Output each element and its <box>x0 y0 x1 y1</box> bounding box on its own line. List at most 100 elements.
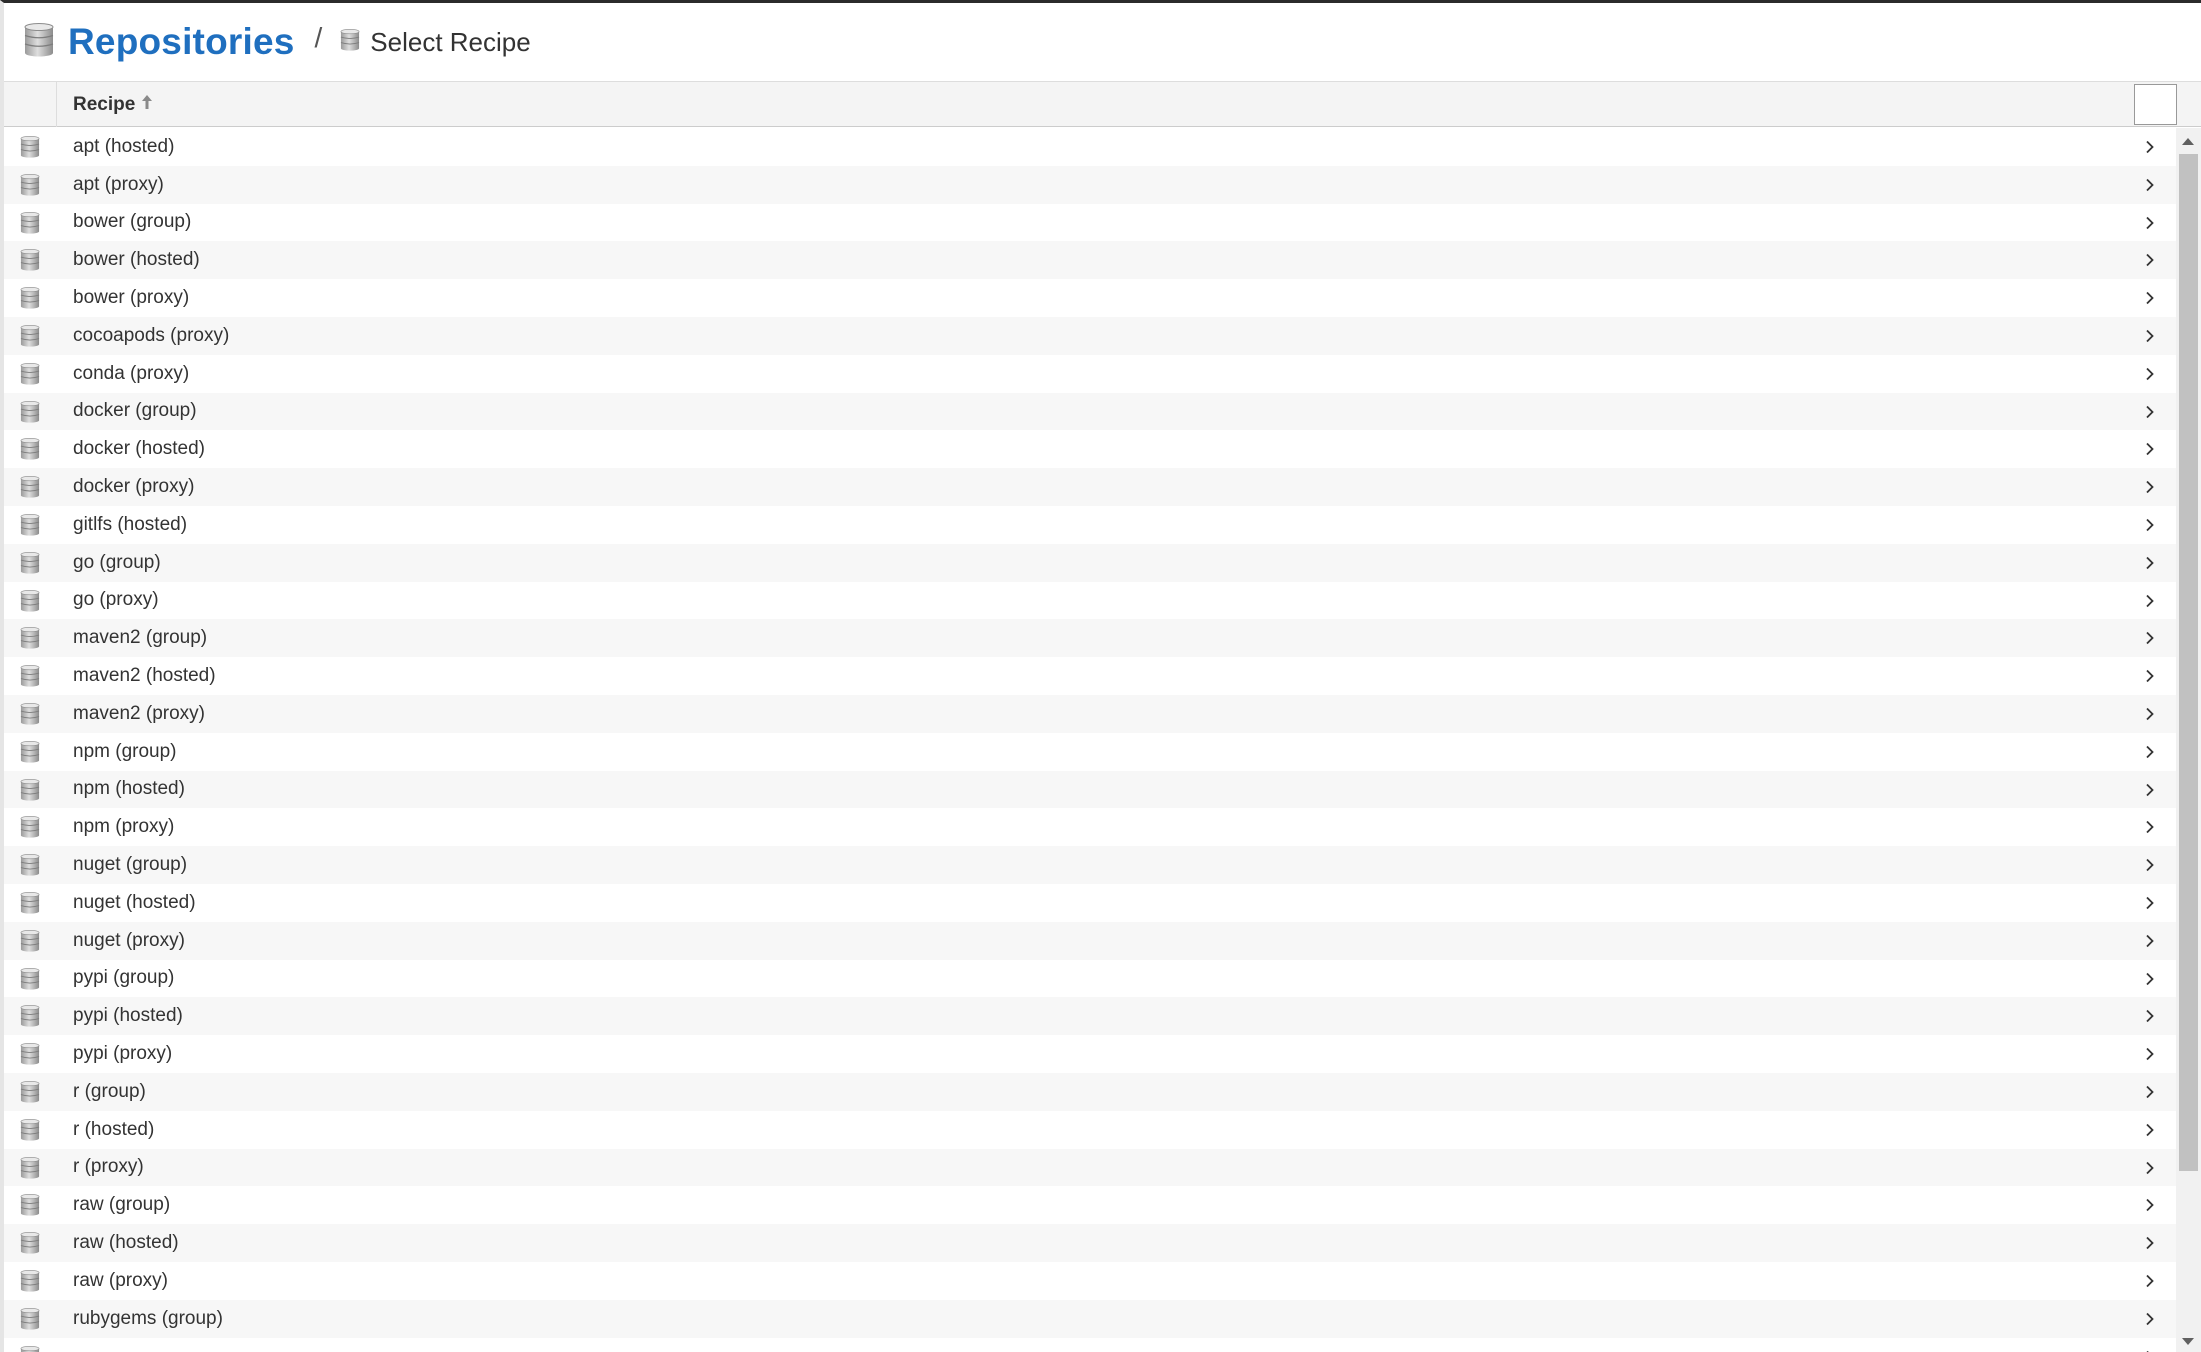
recipe-name: apt (hosted) <box>73 135 175 157</box>
table-row[interactable]: conda (proxy) <box>4 355 2176 393</box>
table-row[interactable]: bower (hosted) <box>4 241 2176 280</box>
chevron-right-icon[interactable] <box>2145 442 2155 461</box>
table-row[interactable]: raw (group) <box>4 1186 2176 1224</box>
recipe-name: docker (proxy) <box>73 476 195 498</box>
database-icon <box>20 854 40 881</box>
database-icon <box>20 1307 40 1335</box>
table-row[interactable]: docker (proxy) <box>4 468 2176 506</box>
recipe-name: maven2 (proxy) <box>73 702 205 724</box>
chevron-right-icon[interactable] <box>2145 480 2155 499</box>
chevron-right-icon[interactable] <box>2145 556 2155 575</box>
database-icon <box>20 400 40 428</box>
chevron-right-icon[interactable] <box>2145 367 2155 386</box>
recipe-column-header[interactable]: Recipe <box>73 94 153 116</box>
chevron-right-icon[interactable] <box>2145 1161 2155 1180</box>
chevron-right-icon[interactable] <box>2145 707 2155 726</box>
table-row[interactable]: gitlfs (hosted) <box>4 506 2176 544</box>
table-row[interactable]: raw (proxy) <box>4 1262 2176 1300</box>
chevron-right-icon[interactable] <box>2145 1009 2155 1028</box>
chevron-right-icon[interactable] <box>2145 1085 2155 1104</box>
chevron-right-icon[interactable] <box>2145 1123 2155 1142</box>
recipe-name: nuget (group) <box>73 854 188 876</box>
recipe-name: rubygems (group) <box>73 1307 223 1329</box>
table-row[interactable]: go (group) <box>4 543 2176 582</box>
table-header: Recipe <box>4 81 2201 127</box>
table-row[interactable]: maven2 (proxy) <box>4 694 2176 733</box>
recipe-name: bower (proxy) <box>73 287 190 309</box>
table-row[interactable]: r (hosted) <box>4 1111 2176 1149</box>
table-row[interactable]: pypi (proxy) <box>4 1035 2176 1073</box>
table-row[interactable]: docker (hosted) <box>4 430 2176 468</box>
table-row[interactable]: go (proxy) <box>4 582 2176 620</box>
table-row[interactable]: docker (group) <box>4 392 2176 431</box>
database-icon <box>20 1232 40 1259</box>
chevron-right-icon[interactable] <box>2145 745 2155 764</box>
table-row[interactable]: nuget (group) <box>4 846 2176 884</box>
chevron-right-icon[interactable] <box>2145 178 2155 197</box>
database-icon <box>20 891 40 919</box>
database-icon <box>20 929 40 957</box>
scroll-up-arrow-icon[interactable] <box>2182 138 2194 145</box>
database-icon <box>20 1005 40 1032</box>
column-menu-button[interactable] <box>2134 84 2177 125</box>
table-row[interactable]: rubygems (group) <box>4 1299 2176 1338</box>
table-row[interactable]: pypi (hosted) <box>4 997 2176 1036</box>
chevron-right-icon[interactable] <box>2145 405 2155 424</box>
page-title[interactable]: Repositories <box>68 21 295 63</box>
chevron-right-icon[interactable] <box>2145 1312 2155 1331</box>
chevron-right-icon[interactable] <box>2145 631 2155 650</box>
table-row[interactable] <box>4 1338 2176 1352</box>
chevron-right-icon[interactable] <box>2145 291 2155 310</box>
database-icon <box>20 438 40 465</box>
recipe-name: r (hosted) <box>73 1118 155 1140</box>
chevron-right-icon[interactable] <box>2145 1274 2155 1293</box>
scrollbar-thumb[interactable] <box>2179 154 2198 1171</box>
chevron-right-icon[interactable] <box>2145 858 2155 877</box>
chevron-right-icon[interactable] <box>2145 594 2155 613</box>
table-row[interactable]: npm (group) <box>4 733 2176 771</box>
table-row[interactable]: maven2 (group) <box>4 619 2176 658</box>
chevron-right-icon[interactable] <box>2145 783 2155 802</box>
chevron-right-icon[interactable] <box>2145 1047 2155 1066</box>
chevron-right-icon[interactable] <box>2145 896 2155 915</box>
chevron-right-icon[interactable] <box>2145 972 2155 991</box>
chevron-right-icon[interactable] <box>2145 934 2155 953</box>
table-row[interactable]: pypi (group) <box>4 960 2176 998</box>
database-icon <box>20 967 40 995</box>
chevron-right-icon[interactable] <box>2145 518 2155 537</box>
database-icon <box>20 287 40 314</box>
database-icon <box>20 1345 40 1352</box>
chevron-right-icon[interactable] <box>2145 329 2155 348</box>
recipe-name: nuget (proxy) <box>73 929 185 951</box>
table-row[interactable]: raw (hosted) <box>4 1224 2176 1262</box>
table-row[interactable]: apt (proxy) <box>4 165 2176 204</box>
table-row[interactable]: nuget (hosted) <box>4 884 2176 922</box>
page-header: Repositories / Select Recipe <box>4 3 2201 81</box>
arrow-up-icon <box>141 94 153 116</box>
chevron-right-icon[interactable] <box>2145 669 2155 688</box>
vertical-scrollbar[interactable] <box>2176 128 2201 1352</box>
table-row[interactable]: maven2 (hosted) <box>4 657 2176 695</box>
breadcrumb-separator: / <box>314 22 323 53</box>
chevron-right-icon[interactable] <box>2145 1236 2155 1255</box>
scroll-down-arrow-icon[interactable] <box>2182 1338 2194 1345</box>
table-row[interactable]: nuget (proxy) <box>4 921 2176 960</box>
table-row[interactable]: r (group) <box>4 1072 2176 1111</box>
table-row[interactable]: cocoapods (proxy) <box>4 316 2176 355</box>
recipe-name: npm (group) <box>73 740 177 762</box>
table-row[interactable]: npm (proxy) <box>4 808 2176 846</box>
table-row[interactable]: bower (proxy) <box>4 279 2176 317</box>
database-icon <box>20 665 40 692</box>
chevron-right-icon[interactable] <box>2145 253 2155 272</box>
table-row[interactable]: npm (hosted) <box>4 770 2176 809</box>
table-row[interactable]: bower (group) <box>4 204 2176 242</box>
database-icon <box>20 627 40 654</box>
table-row[interactable]: apt (hosted) <box>4 128 2176 166</box>
chevron-right-icon[interactable] <box>2145 1198 2155 1217</box>
chevron-right-icon[interactable] <box>2145 140 2155 159</box>
icon-column-header <box>4 82 57 127</box>
chevron-right-icon[interactable] <box>2145 216 2155 235</box>
chevron-right-icon[interactable] <box>2145 820 2155 839</box>
table-row[interactable]: r (proxy) <box>4 1148 2176 1187</box>
recipe-name: bower (hosted) <box>73 249 200 271</box>
